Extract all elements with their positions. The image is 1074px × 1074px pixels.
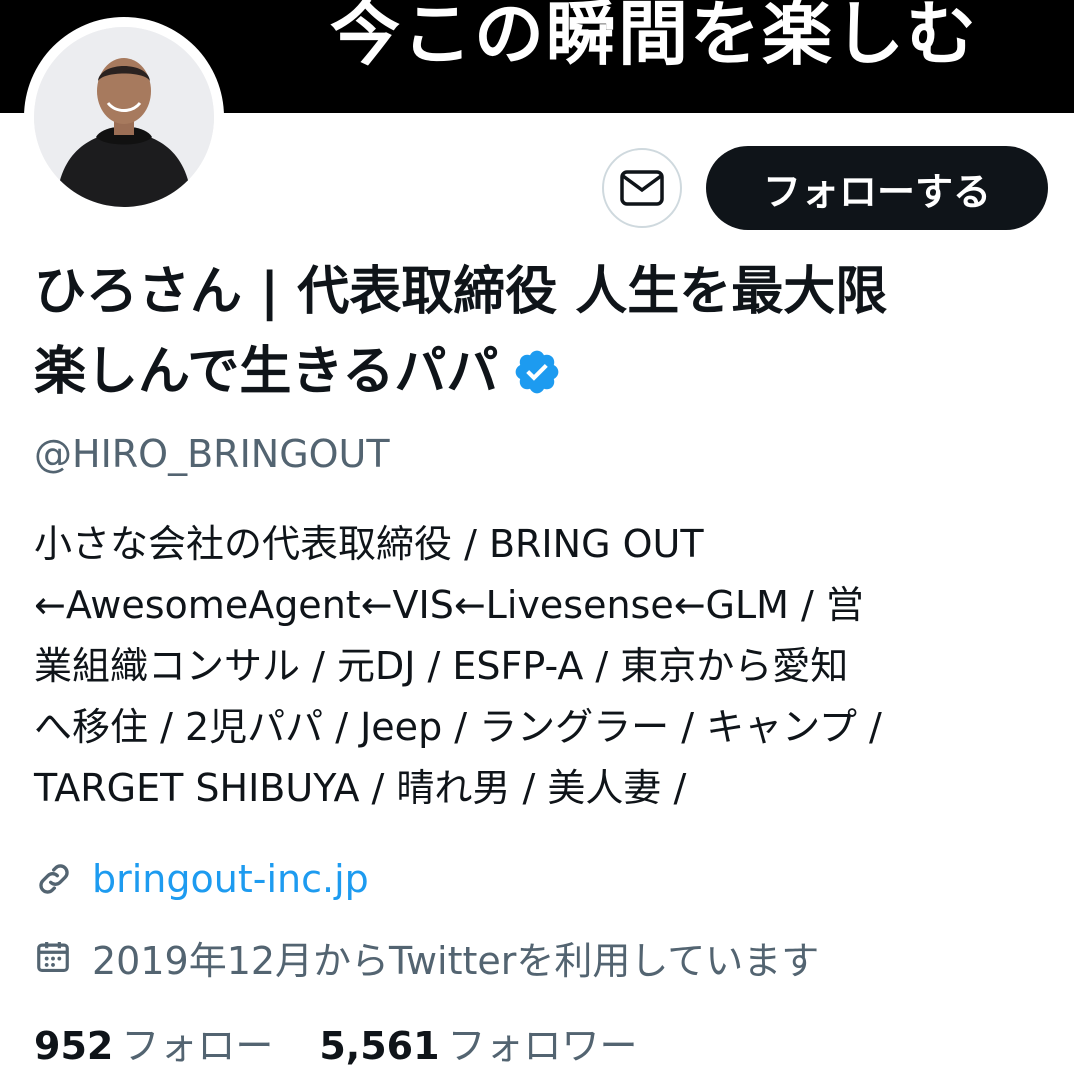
bio-line: ←AwesomeAgent←VIS←Livesense←GLM / 営 bbox=[34, 583, 864, 627]
follow-button[interactable]: フォローする bbox=[706, 146, 1048, 230]
followers-count: 5,561 bbox=[319, 1024, 440, 1068]
following-count: 952 bbox=[34, 1024, 114, 1068]
following-link[interactable]: 952 フォロー bbox=[34, 1024, 273, 1068]
following-label: フォロー bbox=[121, 1024, 274, 1068]
display-name-line-1: ひろさん | 代表取締役 人生を最大限 bbox=[34, 262, 888, 322]
bio-line: へ移住 / 2児パパ / Jeep / ラングラー / キャンプ / bbox=[34, 705, 882, 749]
website-row: bringout-inc.jp bbox=[34, 852, 369, 906]
calendar-icon bbox=[34, 936, 76, 978]
bio-line: 小さな会社の代表取締役 / BRING OUT bbox=[34, 522, 704, 566]
banner-text: 今この瞬間を楽しむ bbox=[330, 0, 978, 75]
avatar-photo bbox=[34, 27, 214, 207]
bio-line: 業組織コンサル / 元DJ / ESFP-A / 東京から愛知 bbox=[34, 644, 849, 688]
link-icon bbox=[34, 858, 76, 900]
bio-line: TARGET SHIBUYA / 晴れ男 / 美人妻 / bbox=[34, 766, 687, 810]
message-button[interactable] bbox=[602, 148, 682, 228]
profile-bio: 小さな会社の代表取締役 / BRING OUT ←AwesomeAgent←VI… bbox=[34, 514, 1044, 819]
avatar[interactable] bbox=[34, 27, 214, 207]
website-link[interactable]: bringout-inc.jp bbox=[92, 857, 369, 901]
envelope-icon bbox=[620, 170, 664, 206]
display-name-line-2: 楽しんで生きるパパ bbox=[34, 342, 499, 402]
display-name-line-2-row: 楽しんで生きるパパ bbox=[34, 332, 1064, 420]
verified-badge-icon[interactable] bbox=[512, 340, 562, 420]
joined-date: 2019年12月からTwitterを利用しています bbox=[92, 938, 820, 983]
follow-stats: 952 フォロー 5,561 フォロワー bbox=[34, 1018, 638, 1074]
display-name: ひろさん | 代表取締役 人生を最大限 楽しんで生きるパパ bbox=[34, 252, 1064, 420]
joined-row: 2019年12月からTwitterを利用しています bbox=[34, 930, 819, 984]
followers-label: フォロワー bbox=[447, 1024, 638, 1068]
followers-link[interactable]: 5,561 フォロワー bbox=[319, 1024, 637, 1068]
user-handle: @HIRO_BRINGOUT bbox=[34, 432, 390, 476]
